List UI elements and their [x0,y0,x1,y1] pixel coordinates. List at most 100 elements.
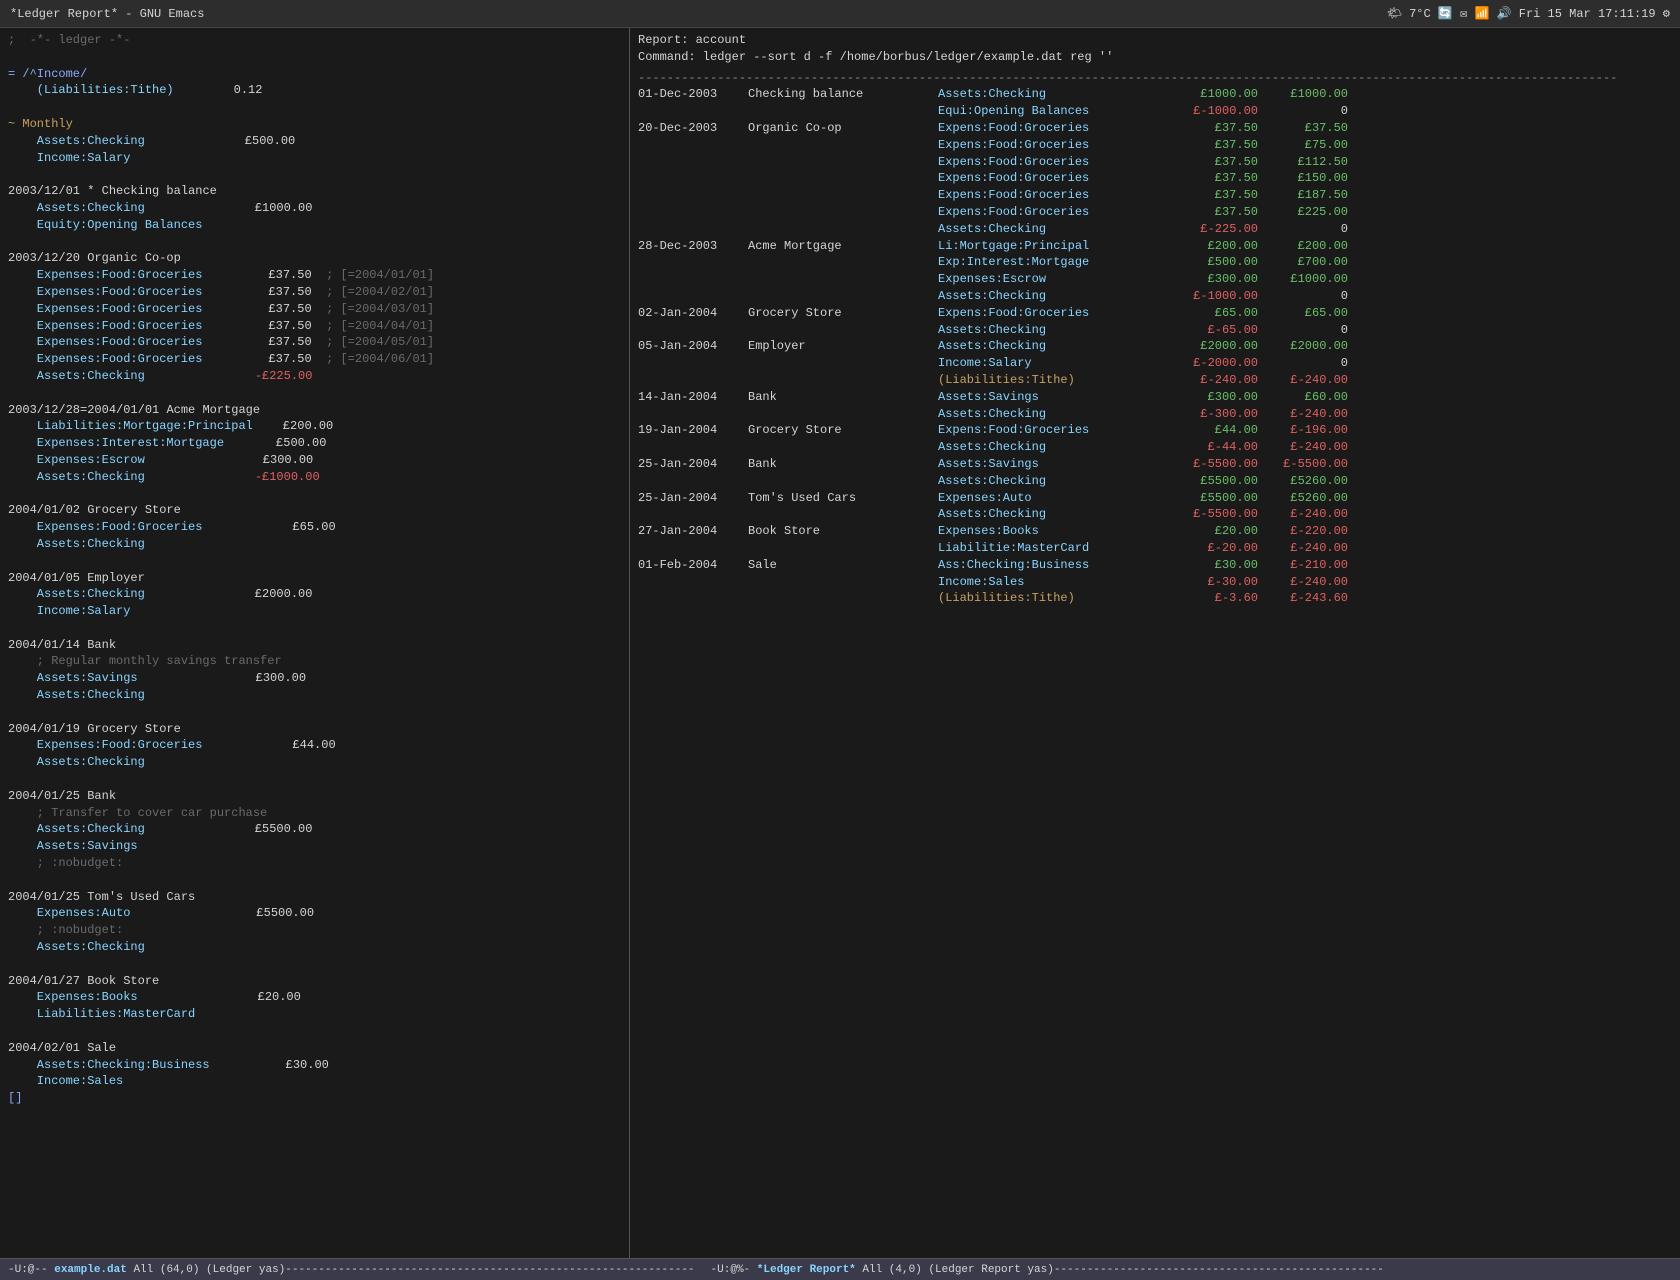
col-account: Ass:Checking:Business [938,557,1168,574]
col-amount2: 0 [1258,221,1348,238]
col-amount1: £44.00 [1168,422,1258,439]
report-row: Assets:Checking£-300.00£-240.00 [638,406,1672,423]
report-row: 25-Jan-2004Tom's Used CarsExpenses:Auto£… [638,490,1672,507]
col-amount1: £37.50 [1168,204,1258,221]
col-desc [748,204,938,221]
col-desc [748,221,938,238]
col-account: Li:Mortgage:Principal [938,238,1168,255]
col-account: Assets:Savings [938,456,1168,473]
col-desc: Organic Co-op [748,120,938,137]
col-amount1: £-65.00 [1168,322,1258,339]
col-account: Expens:Food:Groceries [938,154,1168,171]
col-amount1: £-2000.00 [1168,355,1258,372]
col-date [638,439,748,456]
col-amount1: £-5500.00 [1168,456,1258,473]
col-amount1: £20.00 [1168,523,1258,540]
system-tray: 🌤 7°C 🔄 ✉ 📶 🔊 Fri 15 Mar 17:11:19 ⚙ [1387,6,1670,21]
col-amount1: £37.50 [1168,120,1258,137]
col-desc: Grocery Store [748,305,938,322]
col-amount1: £30.00 [1168,557,1258,574]
report-row: Assets:Checking£-1000.000 [638,288,1672,305]
col-amount2: £60.00 [1258,389,1348,406]
report-row: 01-Dec-2003Checking balanceAssets:Checki… [638,86,1672,103]
window-title: *Ledger Report* - GNU Emacs [10,7,204,21]
col-desc [748,288,938,305]
col-amount2: £112.50 [1258,154,1348,171]
col-amount2: £-210.00 [1258,557,1348,574]
col-amount1: £-1000.00 [1168,103,1258,120]
col-date [638,170,748,187]
report-row: Expens:Food:Groceries£37.50£187.50 [638,187,1672,204]
col-desc [748,254,938,271]
col-amount2: £-196.00 [1258,422,1348,439]
col-desc [748,154,938,171]
col-amount2: £2000.00 [1258,338,1348,355]
report-row: (Liabilities:Tithe)£-3.60£-243.60 [638,590,1672,607]
col-date [638,154,748,171]
col-amount2: 0 [1258,288,1348,305]
col-amount1: £-300.00 [1168,406,1258,423]
col-date: 02-Jan-2004 [638,305,748,322]
report-row: Assets:Checking£-5500.00£-240.00 [638,506,1672,523]
col-amount2: £-240.00 [1258,506,1348,523]
col-date [638,574,748,591]
report-row: 01-Feb-2004SaleAss:Checking:Business£30.… [638,557,1672,574]
col-account: Liabilitie:MasterCard [938,540,1168,557]
col-date [638,221,748,238]
report-row: Exp:Interest:Mortgage£500.00£700.00 [638,254,1672,271]
col-amount1: £37.50 [1168,154,1258,171]
col-amount2: £1000.00 [1258,86,1348,103]
col-amount2: £-240.00 [1258,372,1348,389]
col-amount1: £1000.00 [1168,86,1258,103]
col-amount2: £-240.00 [1258,439,1348,456]
col-amount2: 0 [1258,103,1348,120]
col-account: (Liabilities:Tithe) [938,590,1168,607]
report-row: Equi:Opening Balances£-1000.000 [638,103,1672,120]
col-amount2: £5260.00 [1258,490,1348,507]
col-amount1: £-3.60 [1168,590,1258,607]
col-account: Expenses:Auto [938,490,1168,507]
col-desc [748,187,938,204]
col-amount1: £-20.00 [1168,540,1258,557]
col-amount1: £-1000.00 [1168,288,1258,305]
col-amount2: £-240.00 [1258,540,1348,557]
col-account: Assets:Checking [938,221,1168,238]
col-amount1: £-44.00 [1168,439,1258,456]
report-row: Expens:Food:Groceries£37.50£112.50 [638,154,1672,171]
col-desc [748,170,938,187]
col-account: Expens:Food:Groceries [938,422,1168,439]
col-date [638,322,748,339]
col-amount2: £700.00 [1258,254,1348,271]
col-account: Assets:Checking [938,288,1168,305]
col-date [638,355,748,372]
col-date [638,103,748,120]
report-row: Expens:Food:Groceries£37.50£225.00 [638,204,1672,221]
col-amount1: £37.50 [1168,187,1258,204]
report-table: 01-Dec-2003Checking balanceAssets:Checki… [630,86,1680,607]
col-account: Expens:Food:Groceries [938,170,1168,187]
col-amount1: £-5500.00 [1168,506,1258,523]
col-amount2: £1000.00 [1258,271,1348,288]
col-amount2: £-240.00 [1258,574,1348,591]
source-editor[interactable]: ; -*- ledger -*- = /^Income/ (Liabilitie… [0,28,629,1258]
col-amount2: £75.00 [1258,137,1348,154]
report-row: Income:Salary£-2000.000 [638,355,1672,372]
col-amount2: £200.00 [1258,238,1348,255]
report-row: 19-Jan-2004Grocery StoreExpens:Food:Groc… [638,422,1672,439]
col-date [638,590,748,607]
col-desc [748,473,938,490]
col-amount2: £37.50 [1258,120,1348,137]
status-right-text: -U:@%- *Ledger Report* All (4,0) (Ledger… [711,1264,1384,1276]
left-pane[interactable]: ; -*- ledger -*- = /^Income/ (Liabilitie… [0,28,630,1258]
col-amount1: £65.00 [1168,305,1258,322]
col-date: 25-Jan-2004 [638,490,748,507]
report-row: (Liabilities:Tithe)£-240.00£-240.00 [638,372,1672,389]
col-amount2: £65.00 [1258,305,1348,322]
col-account: Assets:Checking [938,506,1168,523]
col-amount1: £-225.00 [1168,221,1258,238]
col-amount1: £2000.00 [1168,338,1258,355]
col-desc [748,271,938,288]
col-account: Assets:Checking [938,406,1168,423]
col-amount1: £-240.00 [1168,372,1258,389]
col-desc: Sale [748,557,938,574]
